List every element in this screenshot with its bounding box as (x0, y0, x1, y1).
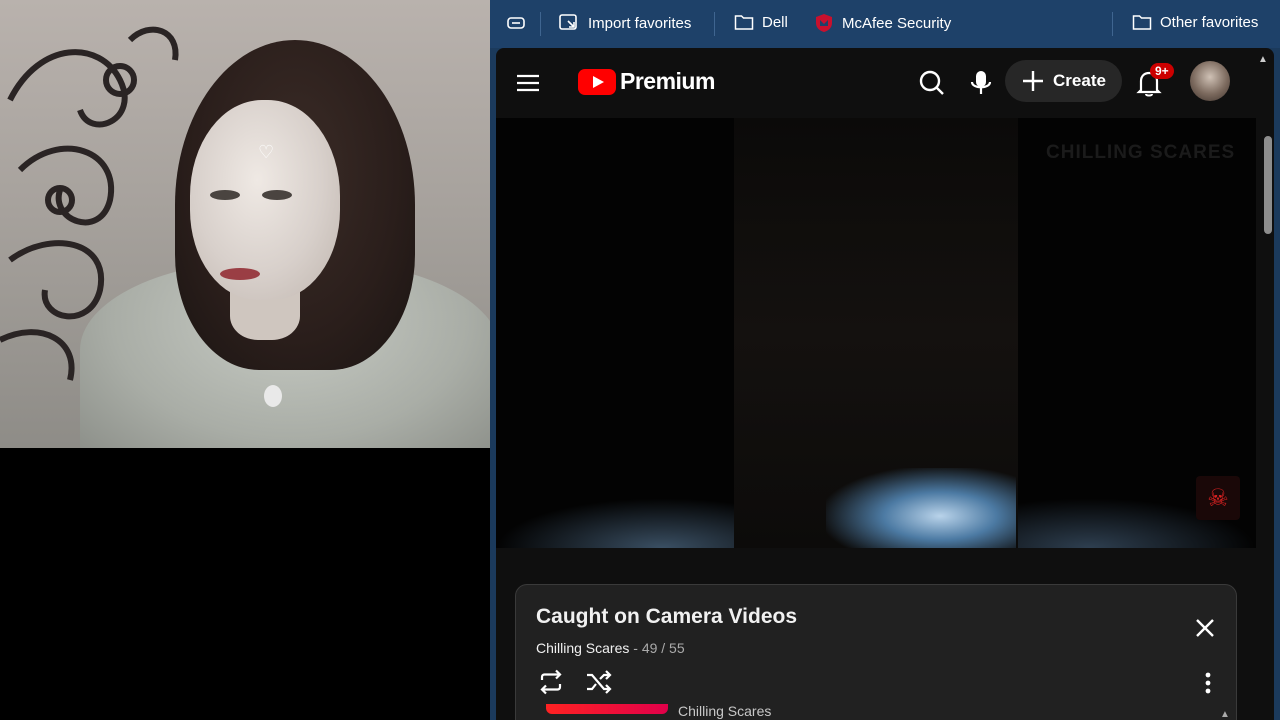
browser-window: Import favorites Dell McAfee Security Ot… (490, 0, 1280, 720)
folder-dell-label: Dell (762, 13, 788, 31)
person-face (190, 100, 340, 300)
webcam-feed: ♡ (0, 0, 490, 448)
plus-icon (1023, 71, 1044, 91)
import-favorites-icon (559, 14, 577, 30)
channel-watermark-icon[interactable]: ☠ (1196, 476, 1240, 520)
playlist-position: - 49 / 55 (629, 640, 685, 656)
scroll-up-arrow[interactable]: ▲ (1258, 54, 1268, 65)
heart-icon: ♡ (258, 142, 275, 163)
favorites-folder-other[interactable]: Other favorites (1132, 13, 1258, 31)
video-glow-left (496, 498, 734, 548)
import-favorites-button[interactable]: Import favorites (558, 13, 691, 33)
youtube-premium-logo[interactable]: Premium (578, 68, 715, 95)
more-vertical-icon[interactable] (1198, 670, 1218, 696)
import-favorites-label: Import favorites (588, 14, 692, 32)
shuffle-icon[interactable] (584, 667, 614, 697)
youtube-play-icon (578, 68, 616, 95)
video-player[interactable]: CHILLING SCARES ☠ (496, 118, 1256, 548)
playlist-channel[interactable]: Chilling Scares (536, 640, 629, 656)
page-scrollbar[interactable] (1264, 118, 1274, 720)
close-icon[interactable] (1193, 616, 1217, 640)
favorites-folder-dell[interactable]: Dell (734, 13, 788, 31)
youtube-header: Premium Create 9+ (496, 48, 1274, 118)
person-eye-right (262, 190, 292, 200)
person-lips (220, 268, 260, 280)
folder-icon (1132, 15, 1152, 30)
menu-icon[interactable] (514, 69, 542, 97)
video-light-spot (826, 468, 1016, 548)
favorites-mcafee[interactable]: McAfee Security (814, 13, 951, 33)
search-icon[interactable] (915, 66, 949, 100)
collections-icon (507, 17, 525, 29)
create-label: Create (1053, 71, 1106, 90)
person-eye-left (210, 190, 240, 200)
microphone-icon[interactable] (964, 66, 998, 100)
video-watermark: CHILLING SCARES (1046, 142, 1236, 163)
playlist-title[interactable]: Caught on Camera Videos (536, 605, 797, 629)
logo-text: Premium (620, 68, 715, 94)
favorites-divider (540, 12, 541, 36)
favorites-divider (714, 12, 715, 36)
notification-badge: 9+ (1150, 63, 1174, 79)
favorites-divider (1112, 12, 1113, 36)
other-favorites-label: Other favorites (1160, 13, 1259, 31)
playlist-scroll-up-arrow[interactable]: ▲ (1220, 709, 1230, 720)
next-video-thumbnail[interactable] (546, 704, 668, 714)
folder-icon (734, 15, 754, 30)
next-video-channel: Chilling Scares (678, 703, 772, 719)
playlist-subtitle: Chilling Scares - 49 / 55 (536, 640, 685, 656)
scrollbar-thumb[interactable] (1264, 136, 1272, 234)
mcafee-shield-icon (816, 14, 832, 32)
create-button[interactable]: Create (1005, 60, 1122, 102)
loop-icon[interactable] (536, 667, 566, 697)
necklace-pendant (264, 385, 282, 407)
collections-button[interactable] (506, 13, 526, 33)
avatar[interactable] (1190, 61, 1230, 101)
mcafee-label: McAfee Security (842, 14, 952, 32)
youtube-page: Premium Create 9+ ▲ CHILLING SCARES ☠ Ca… (496, 48, 1274, 720)
playlist-panel: Caught on Camera Videos Chilling Scares … (515, 584, 1237, 720)
favorites-bar: Import favorites Dell McAfee Security Ot… (490, 0, 1280, 48)
